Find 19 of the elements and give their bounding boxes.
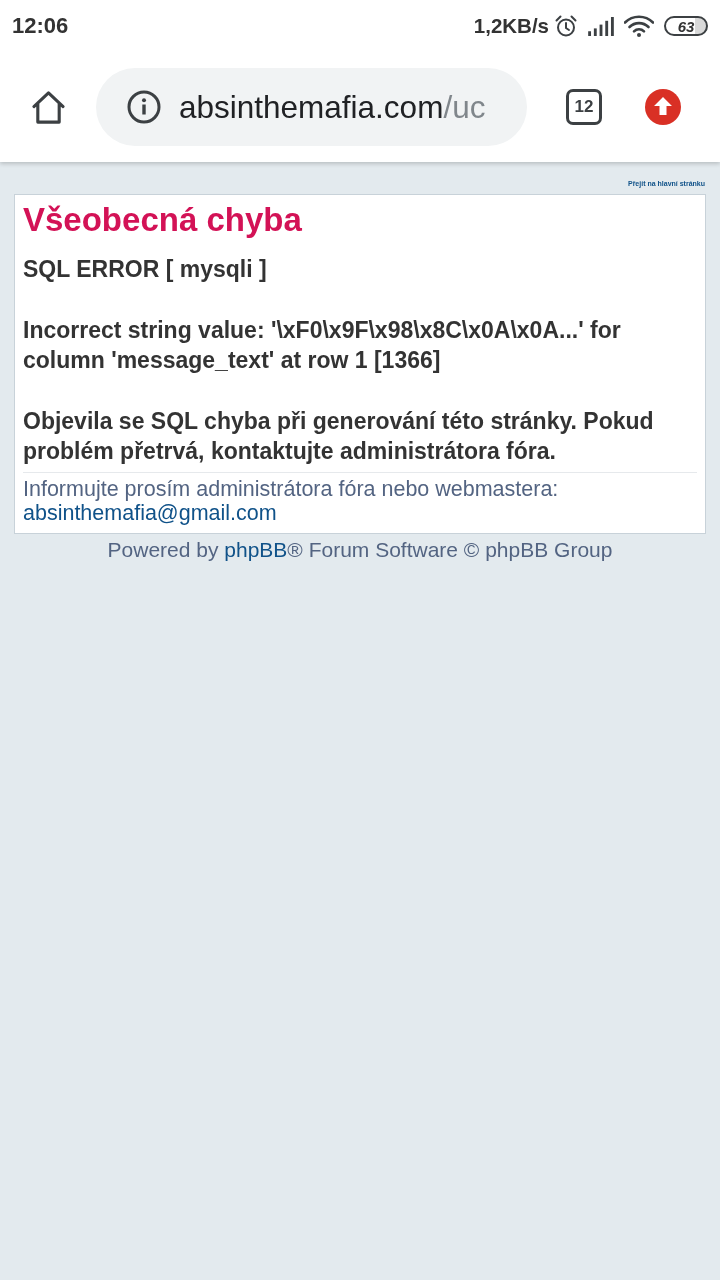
phpbb-link[interactable]: phpBB xyxy=(224,538,288,561)
error-heading: SQL ERROR [ mysqli ] xyxy=(23,255,268,284)
error-message: Incorrect string value: '\xF0\x9F\x98\x8C\x0A\x0A...' for column 'message_text' at row 1 [1366] xyxy=(23,316,622,375)
info-icon[interactable] xyxy=(127,90,161,124)
network-speed: 1,2KB/s xyxy=(473,14,549,38)
address-bar[interactable]: absinthemafia.com/uc xyxy=(96,68,527,146)
footer-credit: Powered by phpBB® Forum Software © phpBB Group xyxy=(106,538,614,562)
arrow-up-icon[interactable] xyxy=(645,89,681,125)
error-title: Všeobecná chyba xyxy=(23,200,303,240)
alarm-clock-icon xyxy=(554,14,578,38)
contact-note: Informujte prosím administrátora fóra nebo webmastera: absinthemafia@gmail.com xyxy=(23,472,697,525)
tab-switcher-button[interactable]: 12 xyxy=(566,89,602,125)
wifi-icon xyxy=(624,15,654,37)
error-explanation: Objevila se SQL chyba při generování této stránky. Pokud problém přetrvá, kontaktujte administrátora fóra. xyxy=(23,407,655,466)
battery-indicator: 63 xyxy=(664,16,708,36)
email-link[interactable]: absinthemafia@gmail.com xyxy=(23,501,277,525)
home-icon[interactable] xyxy=(31,89,66,125)
signal-bars-icon xyxy=(588,16,614,36)
clock-time: 12:06 xyxy=(12,13,69,39)
